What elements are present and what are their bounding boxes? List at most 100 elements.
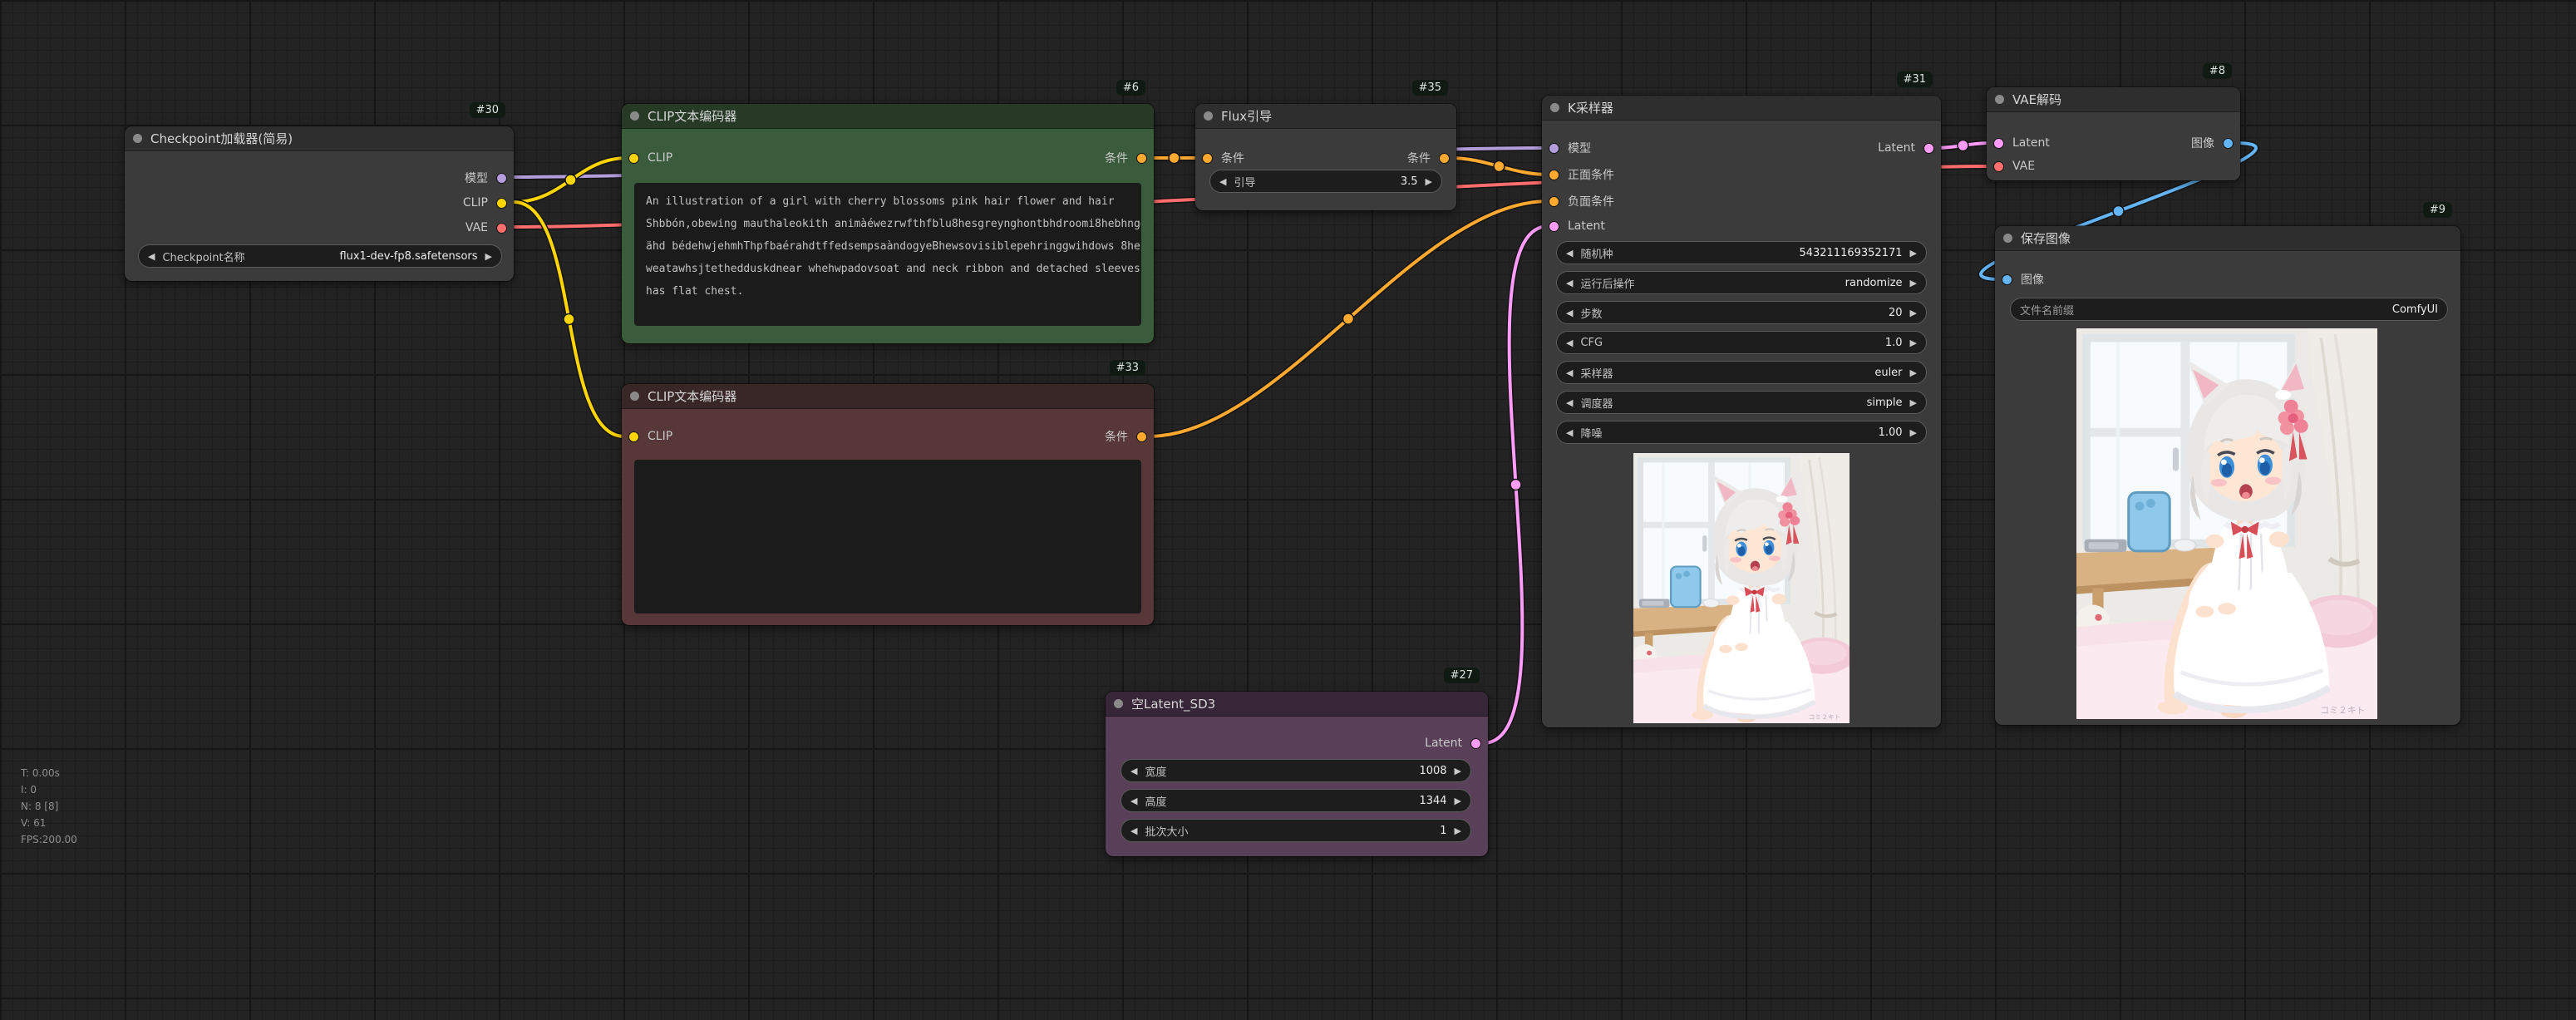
increment-arrow-icon[interactable]: ▶ <box>1910 308 1917 318</box>
collapse-dot-icon[interactable] <box>133 134 142 143</box>
widget-checkpoint-name[interactable]: ◀ Checkpoint名称 flux1-dev-fp8.safetensors… <box>138 244 502 268</box>
output-slot-conditioning[interactable] <box>1136 153 1147 164</box>
node-title-bar[interactable]: CLIP文本编码器 <box>622 384 1154 409</box>
input-slot-model[interactable] <box>1549 143 1559 154</box>
decrement-arrow-icon[interactable]: ◀ <box>1566 308 1573 318</box>
input-slot-image[interactable] <box>2002 274 2012 285</box>
input-slot-clip[interactable] <box>628 153 639 164</box>
widget-steps[interactable]: ◀ 步数 20 ▶ <box>1556 301 1927 324</box>
widget-filename-prefix[interactable]: 文件名前缀 ComfyUI <box>2010 298 2448 321</box>
collapse-dot-icon[interactable] <box>630 111 639 121</box>
increment-arrow-icon[interactable]: ▶ <box>1910 278 1917 288</box>
output-slot-model[interactable] <box>496 173 507 184</box>
input-slot-positive[interactable] <box>1549 170 1559 180</box>
collapse-dot-icon[interactable] <box>1995 95 2004 104</box>
widget-cfg[interactable]: ◀ CFG 1.0 ▶ <box>1556 331 1927 354</box>
widget-sampler-name[interactable]: ◀ 采样器 euler ▶ <box>1556 361 1927 384</box>
node-checkpoint-loader[interactable]: #30 Checkpoint加载器(简易) 模型 CLIP VAE ◀ Chec… <box>125 126 514 281</box>
node-title-bar[interactable]: Flux引导 <box>1195 104 1456 129</box>
increment-arrow-icon[interactable]: ▶ <box>1910 368 1917 377</box>
increment-arrow-icon[interactable]: ▶ <box>1910 338 1917 347</box>
increment-arrow-icon[interactable]: ▶ <box>1455 766 1461 776</box>
decrement-arrow-icon[interactable]: ◀ <box>1566 398 1573 407</box>
node-empty-latent-sd3[interactable]: #27 空Latent_SD3 Latent ◀ 宽度 1008 ▶ ◀ 高度 … <box>1106 692 1488 856</box>
node-title-bar[interactable]: K采样器 <box>1542 96 1941 121</box>
decrement-arrow-icon[interactable]: ◀ <box>148 252 155 261</box>
decrement-arrow-icon[interactable]: ◀ <box>1566 278 1573 288</box>
decrement-arrow-icon[interactable]: ◀ <box>1566 338 1573 347</box>
increment-arrow-icon[interactable]: ▶ <box>485 252 492 261</box>
node-title-bar[interactable]: 空Latent_SD3 <box>1106 692 1488 717</box>
link-midpoint-dot[interactable] <box>1958 140 1968 151</box>
collapse-dot-icon[interactable] <box>630 392 639 401</box>
output-label-latent: Latent <box>1425 737 1462 750</box>
input-slot-clip[interactable] <box>628 431 639 442</box>
output-slot-conditioning[interactable] <box>1136 431 1147 442</box>
link-midpoint-dot[interactable] <box>1343 313 1354 324</box>
input-slot-latent[interactable] <box>1993 138 2004 149</box>
node-ksampler[interactable]: #31 K采样器 模型 Latent 正面条件 负面条件 Latent ◀ 随机… <box>1542 96 1941 727</box>
node-vae-decode[interactable]: #8 VAE解码 Latent 图像 VAE <box>1987 87 2240 180</box>
link-midpoint-dot[interactable] <box>564 314 574 325</box>
link-midpoint-dot[interactable] <box>1510 480 1521 490</box>
node-flux-guidance[interactable]: #35 Flux引导 条件 条件 ◀ 引导 3.5 ▶ <box>1195 104 1456 210</box>
output-slot-clip[interactable] <box>496 198 507 209</box>
output-slot-conditioning[interactable] <box>1439 153 1450 164</box>
input-slot-latent[interactable] <box>1549 221 1559 232</box>
node-id-badge: #6 <box>1116 80 1145 96</box>
increment-arrow-icon[interactable]: ▶ <box>1426 177 1432 186</box>
widget-width[interactable]: ◀ 宽度 1008 ▶ <box>1121 759 1471 782</box>
node-title-bar[interactable]: CLIP文本编码器 <box>622 104 1154 129</box>
collapse-dot-icon[interactable] <box>1550 103 1559 112</box>
node-id-badge: #31 <box>1897 71 1933 87</box>
output-slot-latent[interactable] <box>1470 738 1481 749</box>
node-clip-text-encode-negative[interactable]: #33 CLIP文本编码器 CLIP 条件 <box>622 384 1154 625</box>
widget-batch-size[interactable]: ◀ 批次大小 1 ▶ <box>1121 819 1471 842</box>
widget-height[interactable]: ◀ 高度 1344 ▶ <box>1121 789 1471 812</box>
widget-denoise[interactable]: ◀ 降噪 1.00 ▶ <box>1556 421 1927 444</box>
link-midpoint-dot[interactable] <box>1494 161 1505 172</box>
widget-scheduler[interactable]: ◀ 调度器 simple ▶ <box>1556 391 1927 414</box>
link-midpoint-dot[interactable] <box>1169 153 1180 164</box>
increment-arrow-icon[interactable]: ▶ <box>1910 428 1917 437</box>
prompt-textarea[interactable] <box>634 460 1141 613</box>
collapse-dot-icon[interactable] <box>2003 234 2012 243</box>
decrement-arrow-icon[interactable]: ◀ <box>1566 428 1573 437</box>
collapse-dot-icon[interactable] <box>1114 699 1123 708</box>
output-slot-image[interactable] <box>2223 138 2234 149</box>
node-title-bar[interactable]: 保存图像 <box>1995 226 2460 251</box>
decrement-arrow-icon[interactable]: ◀ <box>1566 368 1573 377</box>
decrement-arrow-icon[interactable]: ◀ <box>1130 766 1137 776</box>
input-slot-negative[interactable] <box>1549 196 1559 207</box>
increment-arrow-icon[interactable]: ▶ <box>1455 826 1461 835</box>
decrement-arrow-icon[interactable]: ◀ <box>1130 796 1137 806</box>
increment-arrow-icon[interactable]: ▶ <box>1455 796 1461 806</box>
widget-seed[interactable]: ◀ 随机种 543211169352171 ▶ <box>1556 241 1927 264</box>
output-slot-vae[interactable] <box>496 223 507 234</box>
widget-guidance[interactable]: ◀ 引导 3.5 ▶ <box>1209 170 1442 193</box>
link-midpoint-dot[interactable] <box>565 175 576 185</box>
link-midpoint-dot[interactable] <box>2113 206 2124 217</box>
widget-control-after-generate[interactable]: ◀ 运行后操作 randomize ▶ <box>1556 271 1927 294</box>
decrement-arrow-icon[interactable]: ◀ <box>1566 249 1573 258</box>
prompt-textarea[interactable]: An illustration of a girl with cherry bl… <box>634 183 1141 326</box>
node-title-bar[interactable]: VAE解码 <box>1987 87 2240 112</box>
decrement-arrow-icon[interactable]: ◀ <box>1130 826 1137 835</box>
widget-label: 引导 <box>1234 174 1255 190</box>
output-slot-latent[interactable] <box>1923 143 1934 154</box>
decrement-arrow-icon[interactable]: ◀ <box>1219 177 1226 186</box>
increment-arrow-icon[interactable]: ▶ <box>1910 249 1917 258</box>
output-label-model: 模型 <box>465 170 488 186</box>
widget-value: 1344 <box>1419 795 1446 807</box>
node-id-badge: #30 <box>470 102 505 118</box>
wire-clip-positive <box>514 158 628 202</box>
prompt-line: ähd bédehwjehmhThpfbaérahdtffedsempsaànd… <box>646 235 1130 258</box>
node-save-image[interactable]: #9 保存图像 图像 文件名前缀 ComfyUI <box>1995 226 2460 725</box>
graph-canvas[interactable]: #30 Checkpoint加载器(简易) 模型 CLIP VAE ◀ Chec… <box>0 0 2576 1020</box>
node-title-bar[interactable]: Checkpoint加载器(简易) <box>125 126 514 151</box>
collapse-dot-icon[interactable] <box>1204 111 1213 121</box>
input-slot-vae[interactable] <box>1993 161 2004 172</box>
input-slot-conditioning[interactable] <box>1202 153 1213 164</box>
increment-arrow-icon[interactable]: ▶ <box>1910 398 1917 407</box>
node-clip-text-encode-positive[interactable]: #6 CLIP文本编码器 CLIP 条件 An illustration of … <box>622 104 1154 343</box>
